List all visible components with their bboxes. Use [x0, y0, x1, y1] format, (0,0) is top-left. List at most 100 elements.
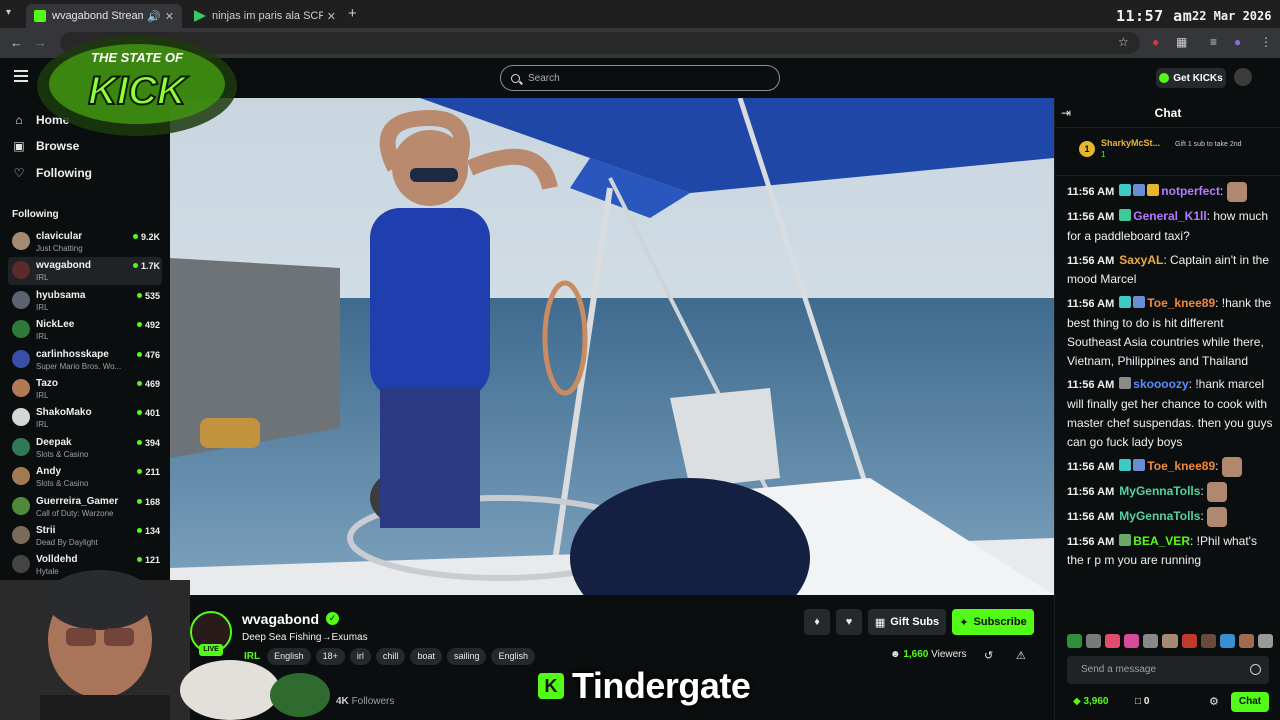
leader-count: 1 — [1101, 150, 1106, 159]
emote-icon[interactable] — [1238, 634, 1254, 648]
tab-audio-icon[interactable]: 🔊 — [147, 10, 161, 23]
tag-chip[interactable]: boat — [410, 648, 442, 665]
viewer-count-value: 9.2K — [140, 232, 160, 242]
bell-icon: ♦ — [814, 616, 820, 628]
sidebar-channel[interactable]: clavicular Just Chatting 9.2K — [8, 228, 162, 256]
notification-bell-button[interactable]: ♦ — [804, 609, 830, 635]
tag-chip[interactable]: chill — [375, 648, 406, 665]
channel-category: Slots & Casino — [36, 479, 89, 489]
search-icon — [511, 73, 520, 83]
message-colon: : — [1200, 483, 1208, 498]
channel-name: Strii — [36, 525, 56, 536]
sidebar-item-label: Browse — [36, 139, 80, 153]
back-icon[interactable]: ← — [10, 35, 23, 50]
sidebar-item-following[interactable]: ♡ Following — [12, 166, 92, 180]
extensions-puzzle-icon[interactable]: ▦ — [1176, 35, 1187, 49]
sidebar-channel[interactable]: Guerreira_Gamer Call of Duty: Warzone 168 — [8, 493, 162, 521]
sidebar-channel[interactable]: hyubsama IRL 535 — [8, 287, 162, 315]
channel-avatar — [12, 379, 30, 397]
profile-icon[interactable]: ● — [1234, 35, 1241, 49]
viewer-count-value: 469 — [144, 379, 160, 389]
new-tab-icon[interactable]: + — [348, 5, 357, 22]
home-icon: ⌂ — [15, 113, 23, 127]
live-dot-icon — [132, 234, 138, 239]
message-user[interactable]: BEA_VER — [1133, 534, 1190, 548]
channel-points[interactable]: ◆ 3,960 — [1073, 696, 1109, 707]
media-icon[interactable]: ≡ — [1210, 35, 1217, 49]
gift-subs-button[interactable]: ▦ Gift Subs — [868, 609, 946, 635]
user-avatar[interactable] — [1234, 68, 1252, 86]
subscribe-button[interactable]: ✦ Subscribe — [952, 609, 1034, 635]
emote-icon[interactable] — [1200, 634, 1216, 648]
emote-icon[interactable] — [1219, 634, 1235, 648]
viewer-count: 535 — [136, 290, 160, 301]
emote-icon[interactable] — [1124, 634, 1140, 648]
report-icon[interactable]: ⚠ — [1016, 649, 1026, 662]
sidebar-channel[interactable]: Strii Dead By Daylight 134 — [8, 522, 162, 550]
send-chat-button[interactable]: Chat — [1231, 692, 1269, 712]
gift-leaderboard[interactable]: 1 SharkyMcSt... 1 Gift 1 sub to take 2nd — [1055, 128, 1280, 176]
message-time: 11:56 AM — [1067, 535, 1115, 548]
message-user[interactable]: MyGennaTolls — [1119, 509, 1200, 523]
emote-icon[interactable] — [1105, 634, 1121, 648]
message-time: 11:56 AM — [1067, 186, 1115, 199]
live-dot-icon — [136, 498, 142, 504]
emote-icon[interactable] — [1143, 634, 1159, 648]
chat-messages: 11:56 AM notperfect: 11:56 AM General_K1ll… — [1067, 182, 1273, 575]
viewer-count-value: 535 — [144, 290, 160, 301]
video-player[interactable] — [170, 98, 1054, 595]
chat-input[interactable]: Send a message — [1067, 656, 1269, 684]
sidebar-item-browse[interactable]: ▣ Browse — [12, 139, 79, 153]
sidebar-channel[interactable]: wvagabond IRL 1.7K — [8, 257, 162, 286]
chat-footer: ◆ 3,960 □ 0 ⚙ Chat — [1055, 690, 1280, 720]
message-user[interactable]: SaxyAL — [1119, 253, 1163, 267]
share-icon[interactable]: ↺ — [984, 649, 993, 662]
sidebar-channel[interactable]: NickLee IRL 492 — [8, 316, 162, 344]
tab-close-icon[interactable]: ✕ — [327, 10, 336, 23]
message-user[interactable]: Toe_knee89 — [1147, 459, 1215, 473]
sidebar-channel[interactable]: Tazo IRL 469 — [8, 375, 162, 403]
sidebar-channel[interactable]: ShakoMako IRL 401 — [8, 404, 162, 432]
gear-icon[interactable]: ⚙ — [1209, 695, 1219, 708]
emote-icon[interactable] — [1162, 634, 1178, 648]
emoji-icon[interactable] — [1250, 664, 1261, 675]
search-input[interactable]: Search — [500, 65, 780, 91]
badge-icon — [1119, 377, 1132, 390]
tag-chip[interactable]: irl — [349, 648, 371, 665]
kick-favicon-icon — [34, 10, 46, 22]
sidebar-channel[interactable]: carlinhosskape Super Mario Bros. Wo... 476 — [8, 346, 162, 374]
tab-close-icon[interactable]: ✕ — [165, 10, 174, 23]
menu-icon[interactable] — [14, 70, 28, 82]
emote-icon[interactable] — [1067, 634, 1083, 648]
viewer-count-value: 134 — [144, 526, 160, 536]
message-user[interactable]: General_K1ll — [1133, 209, 1206, 223]
viewer-count: 469 — [136, 379, 160, 389]
following-heading: Following — [12, 209, 59, 220]
emote-icon[interactable] — [1257, 634, 1274, 648]
rank-medal: 1 — [1079, 141, 1095, 157]
menu-dots-icon[interactable]: ⋮ — [1260, 35, 1272, 49]
bookmark-star-icon[interactable]: ☆ — [1118, 35, 1129, 49]
extension-icon[interactable]: ● — [1152, 35, 1159, 49]
follow-heart-button[interactable]: ♥ — [836, 609, 862, 635]
sidebar-channel[interactable]: Deepak Slots & Casino 394 — [8, 434, 162, 462]
tab-search-icon[interactable]: ▾ — [6, 7, 11, 18]
viewers-label: Viewers — [931, 649, 967, 660]
message-user[interactable]: skoooozy — [1133, 377, 1188, 391]
live-dot-icon — [136, 557, 142, 563]
emote-icon[interactable] — [1181, 634, 1197, 648]
chat-message: 11:56 AM MyGennaTolls: — [1067, 506, 1273, 527]
message-user[interactable]: Toe_knee89 — [1147, 296, 1215, 310]
get-kicks-button[interactable]: Get KICKs — [1156, 68, 1226, 88]
viewer-count: 168 — [136, 497, 160, 507]
emote-icon[interactable] — [1086, 634, 1102, 648]
message-user[interactable]: notperfect — [1161, 184, 1220, 198]
live-dot-icon — [137, 469, 143, 475]
channel-avatar — [12, 526, 30, 544]
message-user[interactable]: MyGennaTolls — [1119, 484, 1200, 498]
tag-chip[interactable]: English — [491, 648, 536, 665]
tag-chip[interactable]: sailing — [446, 648, 487, 665]
browser-tab[interactable]: ninjas im paris ala SCRABSNYC ✕ — [186, 4, 344, 28]
browser-tab-active[interactable]: wvagabond Stream - Watch 🔊 ✕ — [26, 4, 182, 28]
sidebar-channel[interactable]: Andy Slots & Casino 211 — [8, 463, 162, 491]
